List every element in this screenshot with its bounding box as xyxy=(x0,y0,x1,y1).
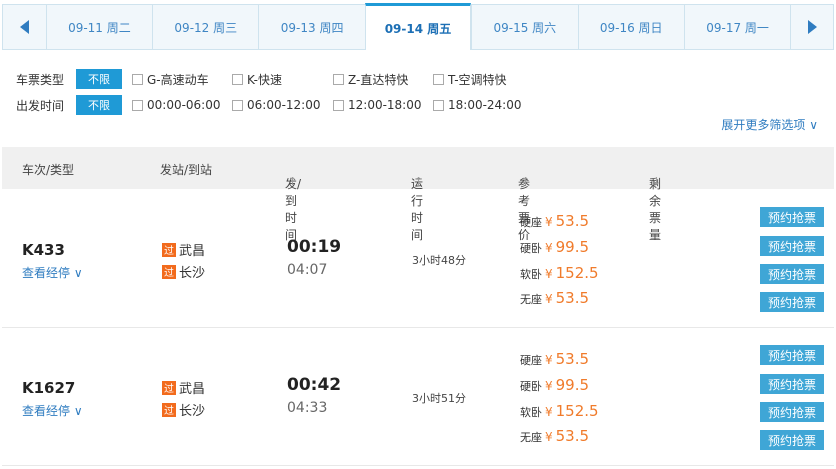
price-item: 无座 ¥53.5 xyxy=(520,427,590,445)
depart-time: 00:19 xyxy=(287,237,342,257)
type-no-limit-button[interactable]: 不限 xyxy=(76,69,122,89)
table-row: K1627 查看经停 ∨ 过武昌 过长沙 00:42 04:33 3小时51分 … xyxy=(2,328,834,466)
type-z-checkbox[interactable]: Z-直达特快 xyxy=(333,71,433,88)
sort-up-icon: ↑ xyxy=(288,175,298,188)
reserve-button[interactable]: 预约抢票 xyxy=(760,207,824,227)
arrive-time: 04:07 xyxy=(287,262,328,278)
table-row: K433 查看经停 ∨ 过武昌 过长沙 00:19 04:07 3小时48分 硬… xyxy=(2,190,834,328)
pass-badge: 过 xyxy=(162,402,176,417)
date-tab-0911[interactable]: 09-11 周二 xyxy=(45,5,152,49)
sort-up-icon: ↑ xyxy=(521,175,531,188)
type-g-checkbox[interactable]: G-高速动车 xyxy=(132,71,232,88)
type-filter-row: 车票类型 不限 G-高速动车 K-快速 Z-直达特快 T-空调特快 xyxy=(16,69,507,89)
reserve-button[interactable]: 预约抢票 xyxy=(760,292,824,312)
time-filter-label: 出发时间 xyxy=(16,98,65,113)
sort-down-icon: ↓ xyxy=(652,175,662,188)
price-item: 硬座 ¥53.5 xyxy=(520,350,590,368)
view-stops-link[interactable]: 查看经停 ∨ xyxy=(22,264,83,281)
date-tab-0913[interactable]: 09-13 周四 xyxy=(258,5,364,49)
reserve-button[interactable]: 预约抢票 xyxy=(760,264,824,284)
reserve-button[interactable]: 预约抢票 xyxy=(760,345,824,365)
date-tab-0915[interactable]: 09-15 周六 xyxy=(471,5,577,49)
price-item: 硬卧 ¥99.5 xyxy=(520,376,590,394)
price-item: 硬卧 ¥99.5 xyxy=(520,238,590,256)
reserve-button[interactable]: 预约抢票 xyxy=(760,430,824,450)
to-station: 过长沙 xyxy=(162,402,206,419)
price-item: 无座 ¥53.5 xyxy=(520,289,590,307)
price-item: 硬座 ¥53.5 xyxy=(520,212,590,230)
type-t-checkbox[interactable]: T-空调特快 xyxy=(433,71,507,88)
next-date-button[interactable] xyxy=(790,5,833,49)
type-filter-label: 车票类型 xyxy=(16,72,65,87)
col-train: 车次/类型 xyxy=(22,163,75,177)
pass-badge: 过 xyxy=(162,242,176,257)
date-tab-0917[interactable]: 09-17 周一 xyxy=(683,5,790,49)
depart-time: 00:42 xyxy=(287,375,342,395)
train-number: K1627 xyxy=(22,379,76,397)
time-0006-checkbox[interactable]: 00:00-06:00 xyxy=(132,98,232,112)
arrow-left-icon xyxy=(19,20,29,34)
type-k-checkbox[interactable]: K-快速 xyxy=(232,71,333,88)
time-1218-checkbox[interactable]: 12:00-18:00 xyxy=(333,98,433,112)
expand-filters-link[interactable]: 展开更多筛选项 ∨ xyxy=(721,116,818,133)
pass-badge: 过 xyxy=(162,264,176,279)
time-no-limit-button[interactable]: 不限 xyxy=(76,95,122,115)
duration: 3小时48分 xyxy=(412,254,466,267)
view-stops-link[interactable]: 查看经停 ∨ xyxy=(22,402,83,419)
time-0612-checkbox[interactable]: 06:00-12:00 xyxy=(232,98,333,112)
pass-badge: 过 xyxy=(162,380,176,395)
date-tab-0916[interactable]: 09-16 周日 xyxy=(577,5,684,49)
price-item: 软卧 ¥152.5 xyxy=(520,264,599,282)
date-tab-0914[interactable]: 09-14 周五 xyxy=(364,3,472,50)
duration: 3小时51分 xyxy=(412,392,466,405)
reserve-button[interactable]: 预约抢票 xyxy=(760,374,824,394)
time-1824-checkbox[interactable]: 18:00-24:00 xyxy=(433,98,522,112)
reserve-button[interactable]: 预约抢票 xyxy=(760,402,824,422)
from-station: 过武昌 xyxy=(162,380,206,397)
price-item: 软卧 ¥152.5 xyxy=(520,402,599,420)
table-header: 车次/类型 发站/到站 发/到时间 ↑ 运行时间 ↑ 参考票价 ↑ 剩余票量 ↓ xyxy=(2,147,834,242)
arrive-time: 04:33 xyxy=(287,400,328,416)
col-station: 发站/到站 xyxy=(160,163,213,177)
date-bar: 09-11 周二 09-12 周三 09-13 周四 09-14 周五 09-1… xyxy=(2,3,834,50)
reserve-button[interactable]: 预约抢票 xyxy=(760,236,824,256)
sort-up-icon: ↑ xyxy=(414,175,424,188)
to-station: 过长沙 xyxy=(162,264,206,281)
from-station: 过武昌 xyxy=(162,242,206,259)
time-filter-row: 出发时间 不限 00:00-06:00 06:00-12:00 12:00-18… xyxy=(16,95,522,115)
train-number: K433 xyxy=(22,241,65,259)
date-tab-0912[interactable]: 09-12 周三 xyxy=(152,5,258,49)
arrow-right-icon xyxy=(807,20,817,34)
prev-date-button[interactable] xyxy=(3,5,46,49)
